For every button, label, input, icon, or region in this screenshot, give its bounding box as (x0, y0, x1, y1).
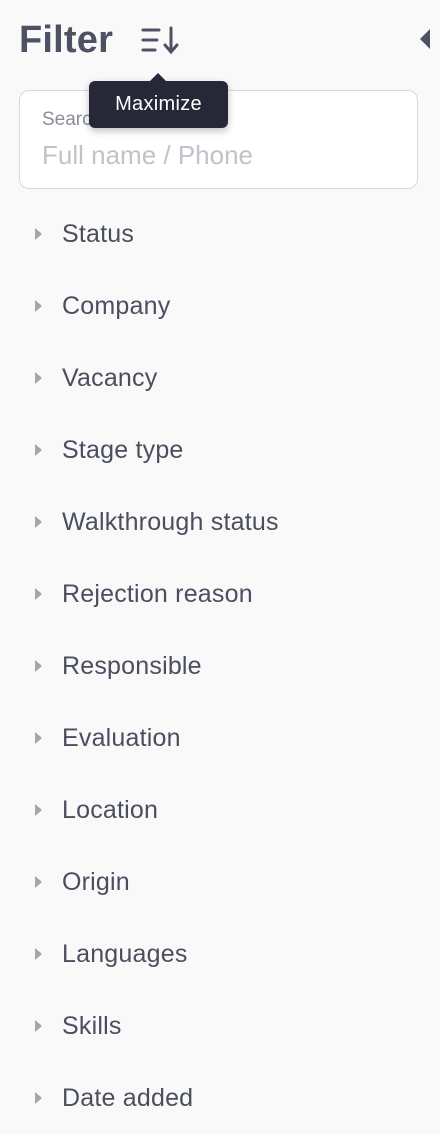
filter-item-label: Vacancy (62, 363, 158, 392)
filter-list: Status Company Vacancy Stage type Walkth… (0, 198, 440, 1134)
caret-right-icon (0, 1018, 62, 1034)
filter-item-walkthrough-status[interactable]: Walkthrough status (0, 486, 440, 558)
filter-item-location[interactable]: Location (0, 774, 440, 846)
panel-title: Filter (19, 19, 114, 61)
caret-left-icon (420, 29, 430, 49)
filter-item-label: Stage type (62, 435, 184, 464)
caret-right-icon (0, 442, 62, 458)
caret-right-icon (0, 1090, 62, 1106)
filter-item-label: Responsible (62, 651, 202, 680)
maximize-tooltip: Maximize (89, 73, 228, 128)
sort-button[interactable] (138, 20, 182, 60)
filter-item-label: Evaluation (62, 723, 181, 752)
caret-right-icon (0, 802, 62, 818)
caret-right-icon (0, 730, 62, 746)
filter-item-stage-type[interactable]: Stage type (0, 414, 440, 486)
search-input[interactable] (40, 137, 394, 173)
caret-right-icon (0, 226, 62, 242)
filter-item-label: Origin (62, 867, 130, 896)
filter-item-date-added[interactable]: Date added (0, 1062, 440, 1134)
filter-item-label: Walkthrough status (62, 507, 279, 536)
filter-item-origin[interactable]: Origin (0, 846, 440, 918)
caret-right-icon (0, 874, 62, 890)
caret-right-icon (0, 370, 62, 386)
filter-item-label: Company (62, 291, 171, 320)
filter-item-responsible[interactable]: Responsible (0, 630, 440, 702)
caret-right-icon (0, 514, 62, 530)
filter-item-skills[interactable]: Skills (0, 990, 440, 1062)
filter-item-label: Status (62, 219, 135, 248)
caret-right-icon (0, 946, 62, 962)
filter-item-label: Rejection reason (62, 579, 253, 608)
filter-item-languages[interactable]: Languages (0, 918, 440, 990)
filter-item-vacancy[interactable]: Vacancy (0, 342, 440, 414)
filter-item-rejection-reason[interactable]: Rejection reason (0, 558, 440, 630)
filter-item-evaluation[interactable]: Evaluation (0, 702, 440, 774)
collapse-panel-button[interactable] (416, 26, 436, 52)
filter-item-label: Date added (62, 1083, 194, 1112)
sort-descending-icon (141, 26, 179, 55)
caret-right-icon (0, 586, 62, 602)
caret-right-icon (0, 658, 62, 674)
caret-right-icon (0, 298, 62, 314)
filter-item-company[interactable]: Company (0, 270, 440, 342)
filter-item-label: Languages (62, 939, 188, 968)
filter-panel: Filter Maximize Search Status Compan (0, 0, 440, 1120)
filter-item-status[interactable]: Status (0, 198, 440, 270)
filter-item-label: Skills (62, 1011, 122, 1040)
filter-item-label: Location (62, 795, 159, 824)
